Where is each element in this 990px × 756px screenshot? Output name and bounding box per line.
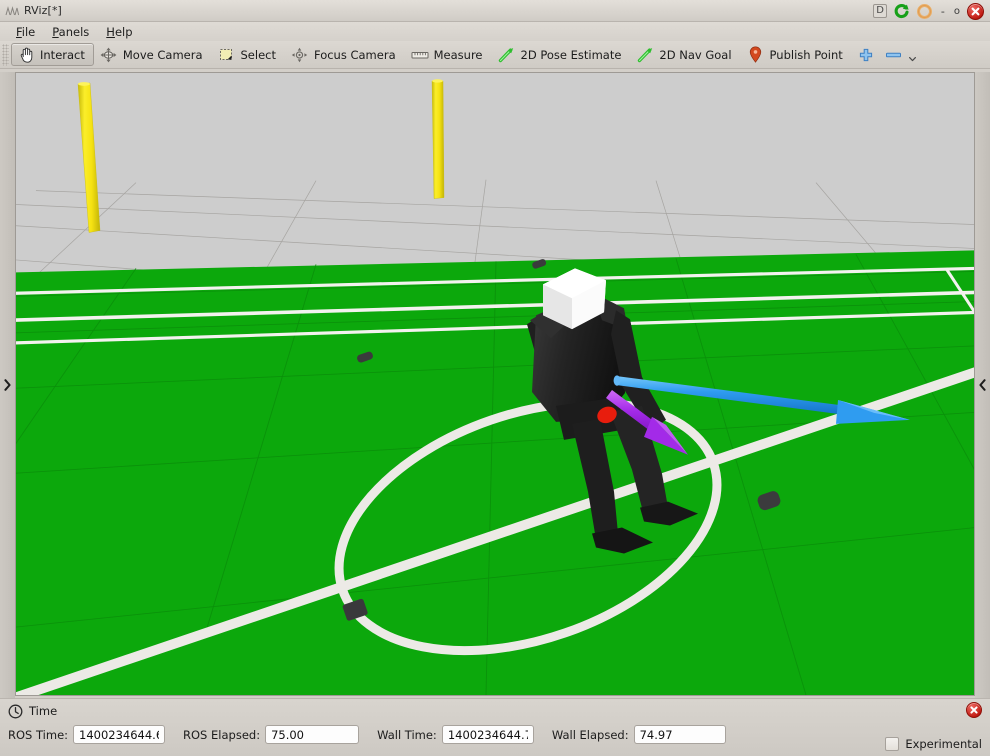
rviz-main-window: RViz[*] D - o File Panels Help Interact …: [0, 0, 990, 756]
left-panel-expander[interactable]: [0, 72, 15, 698]
minimize-button[interactable]: -: [939, 5, 947, 18]
close-icon[interactable]: [967, 2, 984, 20]
green-reload-icon[interactable]: [893, 3, 910, 20]
tool-2d-nav-goal[interactable]: 2D Nav Goal: [630, 43, 740, 66]
time-panel: Time ROS Time: ROS Elapsed: Wall Time: W…: [0, 698, 990, 756]
green-arrow-icon: [498, 46, 516, 63]
tool-2d-pose-estimate-label: 2D Pose Estimate: [520, 47, 622, 62]
tool-measure-label: Measure: [433, 47, 483, 62]
ros-time-field[interactable]: [73, 725, 166, 744]
chevron-down-icon[interactable]: [908, 46, 918, 63]
orange-ring-icon[interactable]: [916, 3, 933, 20]
ros-time-label: ROS Time:: [8, 727, 69, 742]
tool-publish-point-label: Publish Point: [769, 47, 843, 62]
tool-measure[interactable]: Measure: [405, 43, 492, 66]
tool-2d-nav-goal-label: 2D Nav Goal: [659, 47, 732, 62]
center-row: [0, 69, 990, 698]
tool-select[interactable]: Select: [212, 43, 285, 66]
hand-cursor-icon: [17, 46, 35, 63]
rviz-3d-render-view[interactable]: [16, 73, 974, 695]
time-panel-header: Time: [0, 699, 990, 723]
experimental-checkbox[interactable]: [885, 737, 900, 751]
menu-item-panels[interactable]: Panels: [44, 23, 98, 41]
menu-item-help-label: elp: [114, 24, 133, 39]
ruler-icon: [411, 46, 429, 63]
wall-time-field[interactable]: [441, 725, 534, 744]
clock-icon: [8, 704, 23, 719]
tool-move-camera[interactable]: Move Camera: [94, 43, 212, 66]
time-panel-close-icon[interactable]: [966, 702, 982, 718]
wall-elapsed-field[interactable]: [633, 725, 726, 744]
wall-elapsed-label: Wall Elapsed:: [551, 727, 629, 742]
map-pin-icon: [747, 46, 765, 63]
title-bar: RViz[*] D - o: [0, 0, 990, 22]
maximize-button[interactable]: o: [953, 6, 961, 17]
window-title: RViz[*]: [24, 4, 62, 17]
tool-remove-display-button[interactable]: [880, 43, 923, 66]
tool-interact[interactable]: Interact: [11, 43, 94, 66]
tool-focus-camera-label: Focus Camera: [313, 47, 396, 62]
menu-item-file-label: ile: [21, 24, 36, 39]
tool-publish-point[interactable]: Publish Point: [741, 43, 852, 66]
rviz-logo-icon: [5, 4, 19, 18]
chevron-right-icon: [3, 378, 12, 392]
minus-icon: [885, 46, 903, 63]
menu-item-panels-label: anels: [58, 24, 90, 39]
select-rect-icon: [218, 46, 236, 63]
goal-post-right: [431, 79, 445, 199]
plus-icon: [857, 46, 875, 63]
tool-add-display-button[interactable]: [852, 43, 880, 66]
debug-indicator[interactable]: D: [873, 4, 887, 18]
tool-bar: Interact Move Camera Select Focus Camera…: [0, 41, 990, 69]
render-panel[interactable]: [15, 72, 975, 696]
wall-time-label: Wall Time:: [377, 727, 437, 742]
experimental-toggle[interactable]: Experimental: [885, 737, 982, 751]
move-camera-icon: [100, 46, 118, 63]
chevron-left-icon: [978, 378, 987, 392]
green-arrow-icon: [636, 46, 654, 63]
scene-geometry: [16, 73, 974, 695]
experimental-label: Experimental: [905, 737, 982, 751]
tool-2d-pose-estimate[interactable]: 2D Pose Estimate: [492, 43, 631, 66]
tool-interact-label: Interact: [40, 47, 85, 62]
menu-item-file[interactable]: File: [8, 23, 44, 41]
menu-bar: File Panels Help: [0, 22, 990, 41]
menu-item-help[interactable]: Help: [98, 23, 141, 41]
focus-camera-icon: [291, 46, 309, 63]
tool-move-camera-label: Move Camera: [122, 47, 203, 62]
tool-focus-camera[interactable]: Focus Camera: [285, 43, 405, 66]
ros-elapsed-field[interactable]: [265, 725, 360, 744]
tool-select-label: Select: [240, 47, 276, 62]
time-panel-title: Time: [29, 704, 58, 718]
window-controls: D - o: [873, 0, 984, 22]
toolbar-drag-handle[interactable]: [2, 43, 9, 66]
right-panel-expander[interactable]: [975, 72, 990, 698]
time-fields-row: ROS Time: ROS Elapsed: Wall Time: Wall E…: [0, 723, 990, 744]
ros-elapsed-label: ROS Elapsed:: [183, 727, 261, 742]
